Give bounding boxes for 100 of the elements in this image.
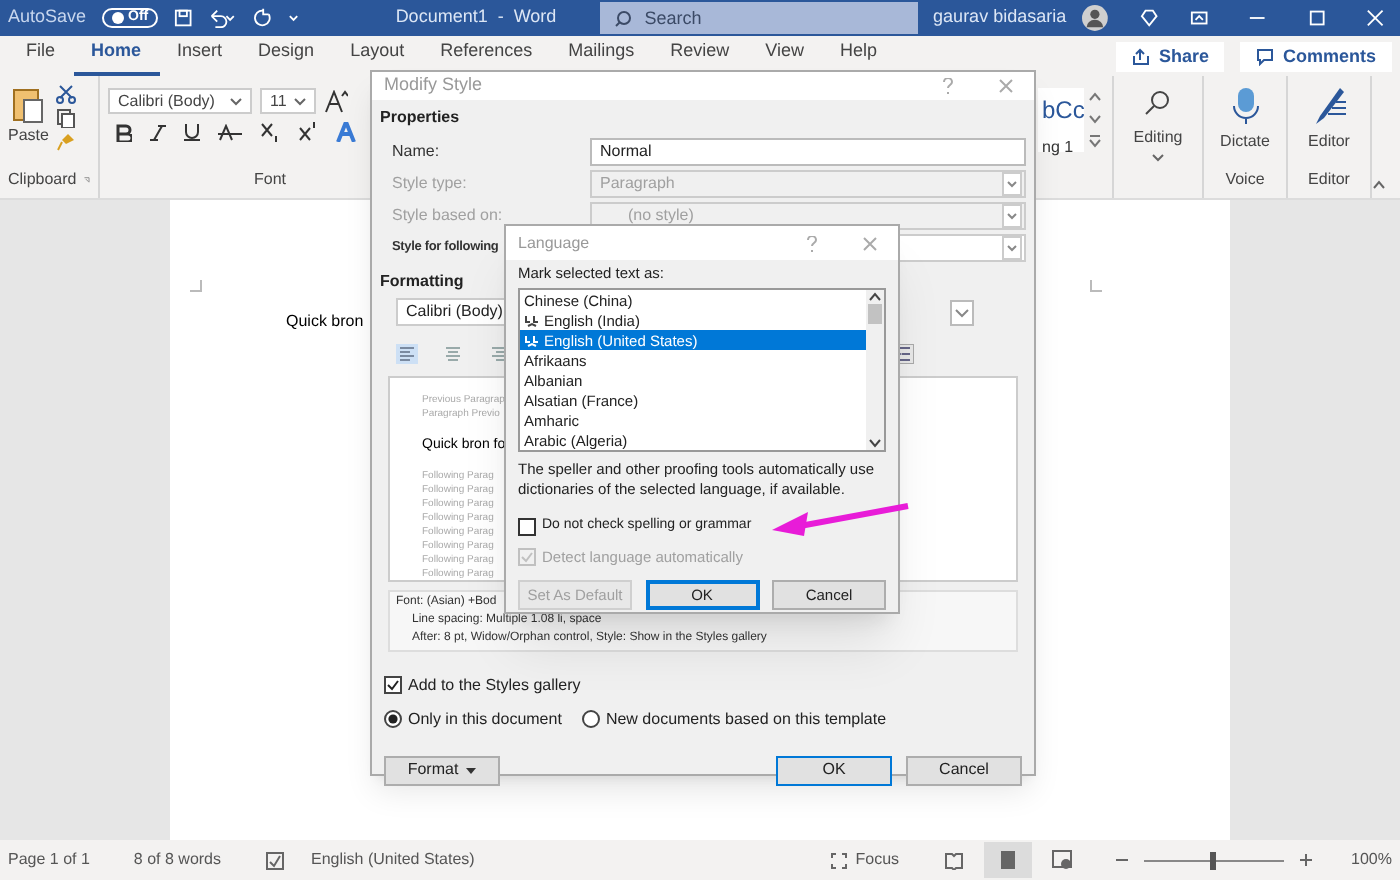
slider-thumb[interactable] — [1210, 851, 1217, 869]
save-icon[interactable] — [174, 8, 193, 28]
strikethrough-icon[interactable] — [218, 123, 242, 141]
dialog-title: Modify Style — [384, 72, 483, 98]
field-label: Name: — [392, 139, 440, 163]
section-heading: Formatting — [380, 269, 464, 293]
style-preview[interactable]: bCc — [1042, 92, 1085, 128]
field-label: Style type: — [392, 171, 467, 195]
subscript-icon[interactable] — [260, 122, 280, 142]
user-name: gaurav bidasaria — [933, 4, 1067, 31]
ribbon-tab[interactable]: References — [422, 37, 551, 76]
share-button[interactable]: Share — [1116, 42, 1225, 72]
caret-icon — [294, 97, 306, 105]
scroll-down-icon — [868, 436, 882, 451]
scrollbar[interactable] — [866, 290, 884, 451]
share-icon — [1132, 48, 1151, 66]
scroll-thumb[interactable] — [868, 304, 882, 325]
checkbox-icon — [518, 518, 536, 536]
radio-icon — [384, 710, 402, 728]
name-input[interactable]: Normal — [590, 137, 1026, 165]
font-size-dropdown[interactable]: 11 — [260, 88, 316, 114]
read-mode-icon[interactable] — [943, 851, 964, 869]
more-styles-icon[interactable] — [1088, 132, 1103, 150]
section-heading: Properties — [380, 105, 460, 129]
ribbon-tab[interactable]: Mailings — [550, 37, 653, 76]
grow-font-icon[interactable] — [324, 89, 348, 113]
diamond-icon[interactable] — [1139, 8, 1159, 28]
caret-icon[interactable] — [950, 299, 974, 325]
scroll-up-icon[interactable] — [1088, 88, 1103, 106]
focus-icon — [829, 851, 848, 869]
language-status[interactable]: English (United States) — [311, 848, 475, 872]
web-layout-icon[interactable] — [1051, 850, 1072, 870]
scroll-down-icon[interactable] — [1088, 110, 1103, 128]
scissors-icon[interactable] — [56, 84, 77, 104]
caret-icon — [1002, 171, 1022, 195]
ok-button[interactable]: OK — [776, 755, 892, 785]
zoom-in-icon[interactable] — [1299, 854, 1312, 866]
print-layout-button[interactable] — [983, 842, 1032, 878]
copy-icon[interactable] — [56, 108, 77, 128]
italic-icon[interactable] — [150, 123, 166, 141]
group-label: Clipboard — [8, 168, 77, 192]
autosave-label: AutoSave — [8, 4, 87, 31]
underline-icon[interactable] — [184, 122, 200, 142]
editor-button[interactable]: Editor — [1308, 86, 1350, 154]
ribbon-tab[interactable]: File — [8, 37, 74, 76]
annotation-arrow — [768, 500, 912, 540]
scroll-up-icon — [868, 290, 882, 305]
checkbox-icon — [518, 547, 536, 566]
proofing-icon[interactable] — [265, 851, 283, 869]
group-label: Font — [253, 168, 286, 192]
text-effects-icon[interactable] — [336, 122, 356, 142]
superscript-icon[interactable] — [298, 122, 318, 142]
scope-radio[interactable]: Only in this document — [384, 707, 562, 731]
group-label: Voice — [1225, 168, 1265, 192]
microphone-icon — [1231, 86, 1259, 126]
word-count[interactable]: 8 of 8 words — [133, 848, 221, 872]
dialog-title: Language — [518, 231, 590, 255]
ribbon-tab[interactable]: Design — [240, 37, 333, 76]
font-name-dropdown[interactable]: Calibri (Body) — [108, 88, 252, 114]
undo-icon[interactable] — [208, 8, 239, 28]
clipboard-icon — [12, 84, 45, 124]
avatar-icon — [1082, 4, 1108, 32]
ribbon-display-icon[interactable] — [1190, 8, 1209, 28]
ribbon-tab[interactable]: Help — [822, 37, 896, 76]
dictate-button[interactable]: Dictate — [1220, 86, 1270, 154]
pen-icon — [1311, 86, 1347, 126]
cancel-button[interactable]: Cancel — [906, 755, 1022, 785]
editing-button[interactable]: Editing — [1133, 86, 1183, 162]
field-label: Style based on: — [392, 203, 503, 227]
ribbon-tab[interactable]: View — [747, 37, 823, 76]
zoom-out-icon[interactable] — [1115, 854, 1128, 866]
format-button[interactable]: Format — [384, 755, 500, 785]
paste-button[interactable]: Paste — [8, 84, 49, 152]
search-icon — [614, 10, 633, 28]
page-count[interactable]: Page 1 of 1 — [8, 848, 90, 872]
align-left-icon[interactable] — [396, 343, 418, 363]
focus-button[interactable]: Focus — [829, 848, 900, 872]
ribbon-tab[interactable]: Insert — [159, 37, 241, 76]
scope-radio[interactable]: New documents based on this template — [581, 707, 887, 731]
document-text: Quick bron — [286, 310, 364, 334]
page-icon — [999, 850, 1016, 870]
checkbox-icon — [384, 676, 402, 694]
style-name: ng 1 — [1042, 136, 1076, 160]
caret-icon — [1002, 203, 1022, 227]
comment-icon — [1256, 48, 1275, 66]
document-title: Document1 - Word — [395, 4, 557, 31]
styles-gallery-checkbox[interactable]: Add to the Styles gallery — [380, 673, 1026, 697]
search-field[interactable]: Search — [600, 2, 918, 34]
ribbon-tab[interactable]: Layout — [332, 37, 423, 76]
radio-icon — [581, 710, 600, 728]
zoom-level[interactable]: 100% — [1351, 848, 1392, 872]
collapse-ribbon-icon[interactable] — [1372, 180, 1386, 190]
group-label: Editor — [1308, 168, 1350, 192]
caret-icon — [230, 97, 242, 105]
maximize-icon[interactable] — [1307, 8, 1326, 28]
ribbon-tab[interactable]: Review — [652, 37, 748, 76]
comments-button[interactable]: Comments — [1240, 42, 1392, 72]
bold-icon[interactable] — [116, 123, 132, 141]
caret-icon — [1152, 154, 1164, 162]
redo-icon[interactable] — [254, 8, 273, 28]
